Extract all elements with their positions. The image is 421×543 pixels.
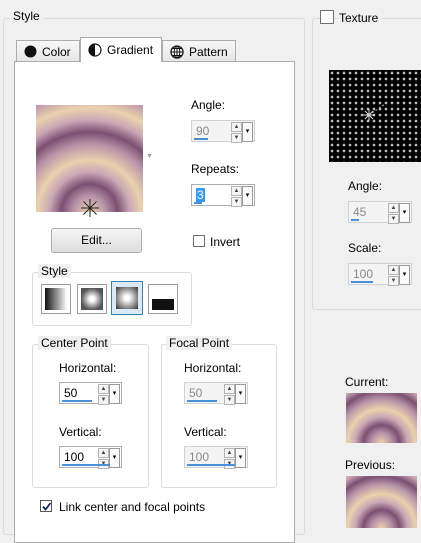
radial-gradient-option[interactable] bbox=[148, 284, 178, 314]
tab-gradient[interactable]: Gradient bbox=[80, 37, 162, 62]
focal-horizontal-down-icon[interactable]: ▼ bbox=[224, 395, 235, 405]
angle-dropdown-icon[interactable]: ▾ bbox=[242, 122, 253, 142]
texture-scale-slider-bar[interactable] bbox=[351, 281, 373, 283]
angle-spinner[interactable]: 90 ▲ ▼ ▾ bbox=[191, 120, 255, 143]
sunburst-gradient-icon bbox=[116, 287, 138, 309]
link-points-label: Link center and focal points bbox=[59, 500, 206, 514]
repeats-slider-bar[interactable] bbox=[194, 202, 202, 204]
center-vertical-value: 100 bbox=[64, 450, 85, 464]
center-vertical-label: Vertical: bbox=[59, 425, 102, 439]
rectangular-gradient-icon bbox=[81, 288, 103, 310]
texture-scale-up-icon[interactable]: ▲ bbox=[388, 265, 399, 275]
center-vertical-slider-bar[interactable] bbox=[62, 464, 110, 466]
focal-vertical-slider-bar[interactable] bbox=[187, 464, 235, 466]
angle-down-arrow-icon[interactable]: ▼ bbox=[231, 133, 242, 143]
center-horizontal-up-icon[interactable]: ▲ bbox=[98, 384, 109, 394]
texture-scale-down-icon[interactable]: ▼ bbox=[388, 276, 399, 286]
texture-angle-up-icon[interactable]: ▲ bbox=[388, 203, 399, 213]
center-horizontal-spinner[interactable]: 50 ▲ ▼ ▾ bbox=[59, 382, 122, 405]
style-group-title: Style bbox=[10, 9, 43, 23]
linear-gradient-option[interactable] bbox=[41, 284, 71, 314]
center-vertical-up-icon[interactable]: ▲ bbox=[98, 448, 109, 458]
previous-swatch[interactable] bbox=[346, 476, 417, 528]
angle-value: 90 bbox=[196, 124, 210, 138]
focal-horizontal-spinner[interactable]: 50 ▲ ▼ ▾ bbox=[184, 382, 248, 405]
center-horizontal-label: Horizontal: bbox=[59, 361, 117, 375]
tab-gradient-label: Gradient bbox=[107, 43, 154, 57]
current-swatch[interactable] bbox=[346, 393, 417, 443]
color-circle-icon bbox=[24, 45, 37, 58]
texture-angle-dropdown-icon[interactable]: ▾ bbox=[399, 203, 410, 223]
focal-horizontal-value: 50 bbox=[189, 386, 203, 400]
focal-vertical-value: 100 bbox=[189, 450, 210, 464]
texture-angle-down-icon[interactable]: ▼ bbox=[388, 214, 399, 224]
center-vertical-spinner[interactable]: 100 ▲▼ ▾ bbox=[59, 446, 122, 469]
gradient-circle-icon bbox=[88, 43, 102, 57]
invert-checkbox[interactable] bbox=[193, 235, 205, 247]
focal-vertical-up-icon[interactable]: ▲ bbox=[224, 448, 235, 458]
focal-point-title: Focal Point bbox=[166, 336, 233, 350]
texture-scale-dropdown-icon[interactable]: ▾ bbox=[399, 265, 410, 285]
focal-horizontal-dropdown-icon[interactable]: ▾ bbox=[235, 384, 246, 404]
tab-pattern[interactable]: Pattern bbox=[162, 40, 236, 62]
focal-vertical-spinner[interactable]: 100 ▲▼ ▾ bbox=[184, 446, 248, 469]
repeats-dropdown-icon[interactable]: ▾ bbox=[242, 186, 253, 206]
radial-gradient-icon bbox=[152, 288, 174, 310]
previous-label: Previous: bbox=[345, 458, 396, 472]
repeats-spinner[interactable]: 3 ▲ ▼ ▾ bbox=[191, 184, 255, 207]
checkmark-icon bbox=[42, 502, 52, 511]
invert-label: Invert bbox=[210, 235, 241, 249]
focal-horizontal-up-icon[interactable]: ▲ bbox=[224, 384, 235, 394]
focal-vertical-dropdown-icon[interactable]: ▾ bbox=[235, 448, 246, 468]
repeats-value: 3 bbox=[196, 188, 205, 202]
gradient-style-title: Style bbox=[38, 264, 71, 278]
tab-pattern-label: Pattern bbox=[189, 44, 228, 59]
center-horizontal-down-icon[interactable]: ▼ bbox=[98, 395, 109, 405]
texture-angle-value: 45 bbox=[353, 205, 367, 219]
texture-angle-label: Angle: bbox=[348, 179, 383, 193]
edit-button[interactable]: Edit... bbox=[51, 228, 142, 253]
texture-angle-spinner[interactable]: 45 ▲ ▼ ▾ bbox=[348, 201, 412, 224]
link-points-checkbox[interactable] bbox=[40, 500, 52, 512]
focal-vertical-label: Vertical: bbox=[184, 425, 227, 439]
texture-angle-slider-bar[interactable] bbox=[351, 219, 359, 221]
center-horizontal-dropdown-icon[interactable]: ▾ bbox=[109, 384, 120, 404]
angle-slider-bar[interactable] bbox=[194, 138, 208, 140]
texture-angle-marker-icon[interactable] bbox=[360, 100, 390, 130]
texture-checkbox[interactable] bbox=[320, 10, 334, 24]
center-point-title: Center Point bbox=[38, 336, 111, 350]
repeats-down-arrow-icon[interactable]: ▼ bbox=[231, 197, 242, 207]
center-horizontal-value: 50 bbox=[64, 386, 78, 400]
texture-scale-value: 100 bbox=[353, 267, 374, 281]
texture-scale-label: Scale: bbox=[348, 241, 382, 255]
focal-horizontal-label: Horizontal: bbox=[184, 361, 242, 375]
focal-horizontal-slider-bar[interactable] bbox=[187, 400, 217, 402]
linear-gradient-icon bbox=[45, 288, 67, 310]
focal-point-marker-icon[interactable] bbox=[80, 198, 100, 218]
gradient-preview[interactable] bbox=[36, 105, 143, 212]
sunburst-gradient-option[interactable] bbox=[111, 281, 143, 315]
gradient-dropdown-arrow-icon[interactable]: ▼ bbox=[146, 153, 153, 160]
angle-label: Angle: bbox=[191, 98, 226, 112]
pattern-globe-icon bbox=[170, 44, 184, 59]
rectangular-gradient-option[interactable] bbox=[77, 284, 107, 314]
center-horizontal-slider-bar[interactable] bbox=[62, 400, 92, 402]
current-label: Current: bbox=[345, 375, 389, 389]
tab-color[interactable]: Color bbox=[16, 40, 80, 62]
angle-up-arrow-icon[interactable]: ▲ bbox=[231, 122, 242, 132]
tab-color-label: Color bbox=[42, 44, 71, 59]
repeats-label: Repeats: bbox=[191, 162, 240, 176]
edit-button-label: Edit... bbox=[81, 233, 112, 247]
center-vertical-dropdown-icon[interactable]: ▾ bbox=[109, 448, 120, 468]
repeats-up-arrow-icon[interactable]: ▲ bbox=[231, 186, 242, 196]
texture-scale-spinner[interactable]: 100 ▲ ▼ ▾ bbox=[348, 263, 412, 286]
texture-label: Texture bbox=[339, 11, 382, 25]
